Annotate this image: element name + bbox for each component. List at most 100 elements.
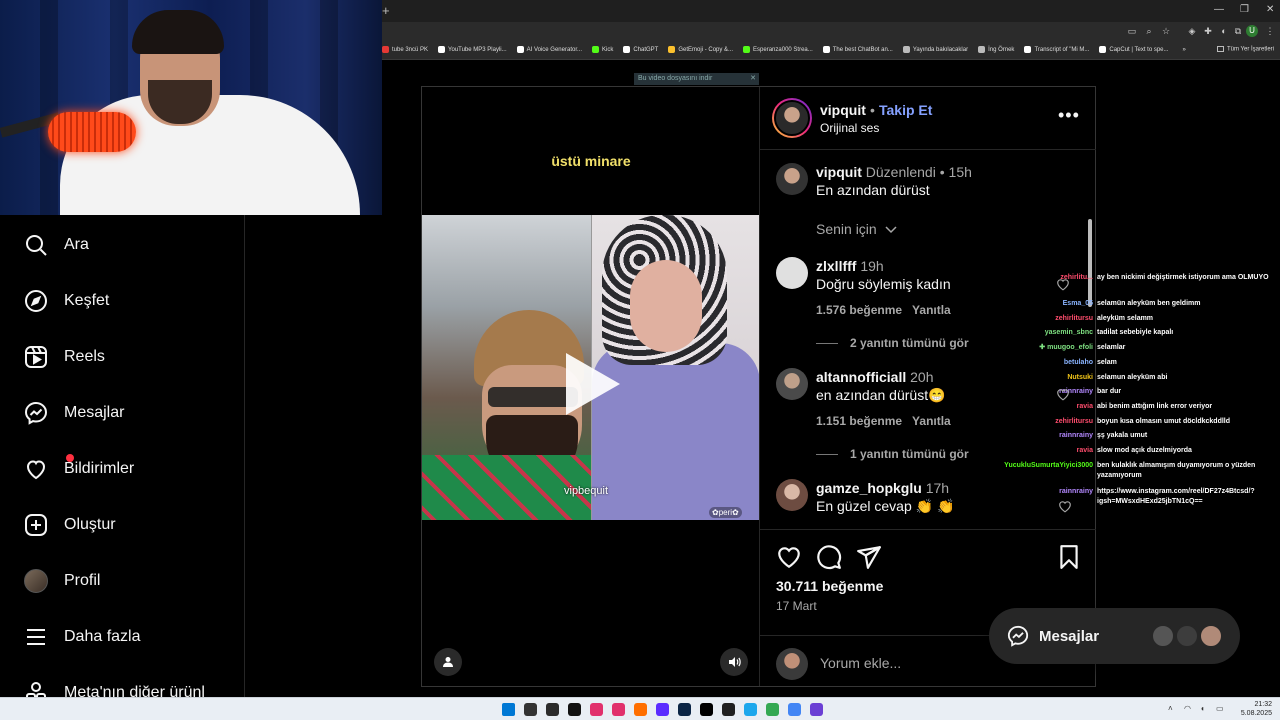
avatar[interactable] [776, 368, 808, 400]
bookmarks-overflow-button[interactable]: » [1183, 47, 1186, 53]
wifi-icon[interactable]: ◠ [1184, 704, 1191, 713]
reel-video[interactable]: üstü minare vipbequit ✿peri✿ [422, 87, 760, 686]
taskbar-app-icon[interactable] [678, 703, 691, 716]
comment-text: en azından dürüst😁 [816, 387, 946, 403]
install-app-icon[interactable]: ▭ [1126, 25, 1138, 37]
menu-kebab-icon[interactable]: ⋮ [1264, 25, 1276, 37]
messenger-icon [1007, 625, 1029, 647]
bookmark-item[interactable]: tube 3ncü PK [382, 46, 428, 53]
system-clock[interactable]: 21:32 5.08.2025 [1240, 700, 1272, 718]
taskbar-app-icon[interactable] [744, 703, 757, 716]
sidebar-item-create[interactable]: Oluştur [22, 510, 116, 540]
comment-username[interactable]: altannofficiall [816, 369, 906, 385]
taskbar-app-icon[interactable] [524, 703, 537, 716]
favicon-icon [822, 46, 830, 53]
extension-icon[interactable]: ✚ [1202, 25, 1214, 37]
bookmark-item[interactable]: ChatGPT [623, 46, 658, 53]
browser-toolbar: ▭ ⌕ ☆ ◈ ✚ ◐ ⧉ U ⋮ [382, 22, 1280, 40]
taskbar-app-icon[interactable] [810, 703, 823, 716]
bookmark-item[interactable]: Transcript of "Mi M... [1024, 46, 1089, 53]
comment-filter-dropdown[interactable]: Senin için [816, 221, 897, 237]
sidebar-item-more[interactable]: Daha fazla [22, 622, 141, 652]
bookmark-item[interactable]: YouTube MP3 Playli... [438, 46, 507, 53]
view-replies-button[interactable]: 2 yanıtın tümünü gör [816, 336, 969, 350]
taskbar-app-icon[interactable] [612, 703, 625, 716]
bookmark-item[interactable]: AI Voice Generator... [516, 46, 582, 53]
battery-icon[interactable]: ▭ [1216, 704, 1224, 713]
maximize-button[interactable]: ❐ [1240, 4, 1249, 15]
start-icon[interactable] [502, 703, 515, 716]
author-username[interactable]: vipquit [820, 102, 866, 118]
comment-username[interactable]: zlxllfff [816, 258, 856, 274]
taskbar-app-icon[interactable] [656, 703, 669, 716]
bookmark-star-icon[interactable]: ☆ [1160, 25, 1172, 37]
save-bookmark-icon[interactable] [1056, 544, 1082, 570]
taskbar-app-icon[interactable] [722, 703, 735, 716]
minimize-button[interactable]: — [1214, 4, 1224, 15]
close-window-button[interactable]: ✕ [1266, 4, 1274, 15]
avatar[interactable] [776, 163, 808, 195]
bookmark-item[interactable]: Yayında bakılacaklar [902, 46, 968, 53]
mute-button[interactable] [720, 648, 748, 676]
taskbar-app-icon[interactable] [634, 703, 647, 716]
chat-text: selamlar [1097, 344, 1126, 352]
taskbar-app-icon[interactable] [766, 703, 779, 716]
sidebar-item-label: Bildirimler [64, 460, 135, 477]
extensions-puzzle-icon[interactable]: ⧉ [1232, 25, 1244, 37]
taskbar-app-icon[interactable] [700, 703, 713, 716]
close-icon[interactable]: ✕ [750, 73, 756, 85]
sidebar-item-search[interactable]: Ara [22, 230, 89, 260]
download-video-banner[interactable]: Bu video dosyasını indir ✕ [634, 73, 759, 85]
extension-icon[interactable]: ◈ [1186, 25, 1198, 37]
sidebar-item-reels[interactable]: Reels [22, 342, 105, 372]
chat-text: slow mod açık duzelmiyorda [1097, 447, 1192, 454]
comment-bubble-icon[interactable] [816, 544, 842, 570]
comment-username[interactable]: gamze_hopkglu [816, 480, 922, 496]
sidebar-item-meta-apps[interactable]: Meta'nın diğer ürünl [22, 678, 205, 697]
avatar[interactable] [776, 479, 808, 511]
play-icon[interactable] [560, 349, 624, 419]
share-send-icon[interactable] [856, 544, 882, 570]
chat-text: ay ben nickimi değiştirmek istiyorum ama… [1097, 274, 1269, 281]
comment-actions: 1.576 beğenme Yanıtla [816, 303, 961, 317]
profile-avatar[interactable]: U [1246, 25, 1258, 37]
sidebar-item-notifications[interactable]: Bildirimler [22, 454, 134, 484]
messages-pill-label: Mesajlar [1039, 628, 1100, 645]
reply-button[interactable]: Yanıtla [912, 414, 951, 428]
reply-button[interactable]: Yanıtla [912, 303, 951, 317]
chat-username: ravia [1076, 447, 1093, 454]
taskbar-app-icon[interactable] [788, 703, 801, 716]
extension-icon[interactable]: ◐ [1218, 25, 1230, 37]
bookmark-item[interactable]: The best ChatBot an... [822, 46, 893, 53]
like-heart-icon[interactable] [776, 544, 802, 570]
add-comment-input[interactable]: Yorum ekle... [820, 655, 901, 671]
audio-link[interactable]: Orijinal ses [820, 121, 879, 135]
comment-likes[interactable]: 1.576 beğenme [816, 303, 902, 317]
sidebar-item-explore[interactable]: Keşfet [22, 286, 109, 316]
author-avatar[interactable] [772, 98, 812, 138]
sidebar-item-profile[interactable]: Profil [22, 566, 100, 596]
view-replies-button[interactable]: 1 yanıtın tümünü gör [816, 447, 969, 461]
bookmark-item[interactable]: Esperanza000 Strea... [743, 46, 813, 53]
favicon-icon [978, 46, 986, 53]
bookmark-item[interactable]: GetEmoji - Copy &... [668, 46, 733, 53]
messages-pill-button[interactable]: Mesajlar [989, 608, 1240, 664]
sidebar-item-messages[interactable]: Mesajlar [22, 398, 124, 428]
taskbar-app-icon[interactable] [590, 703, 603, 716]
taskbar-app-icon[interactable] [568, 703, 581, 716]
more-options-button[interactable]: ••• [1058, 105, 1080, 126]
new-tab-button[interactable]: + [382, 3, 390, 18]
taskbar-app-icon[interactable] [546, 703, 559, 716]
comment-likes[interactable]: 1.151 beğenme [816, 414, 902, 428]
zoom-icon[interactable]: ⌕ [1143, 25, 1155, 37]
volume-icon[interactable]: ◖ [1200, 704, 1205, 713]
bookmark-item[interactable]: CapCut | Text to spe... [1099, 46, 1169, 53]
tagged-users-button[interactable] [434, 648, 462, 676]
avatar[interactable] [776, 257, 808, 289]
likes-count[interactable]: 30.711 beğenme [776, 578, 883, 594]
follow-button[interactable]: Takip Et [879, 102, 932, 118]
chevron-up-icon[interactable]: ˄ [1168, 704, 1173, 713]
bookmark-item[interactable]: İng Örnek [978, 46, 1014, 53]
all-bookmarks-link[interactable]: Tüm Yer İşaretleri [1216, 46, 1274, 53]
bookmark-item[interactable]: Kick [592, 46, 613, 53]
